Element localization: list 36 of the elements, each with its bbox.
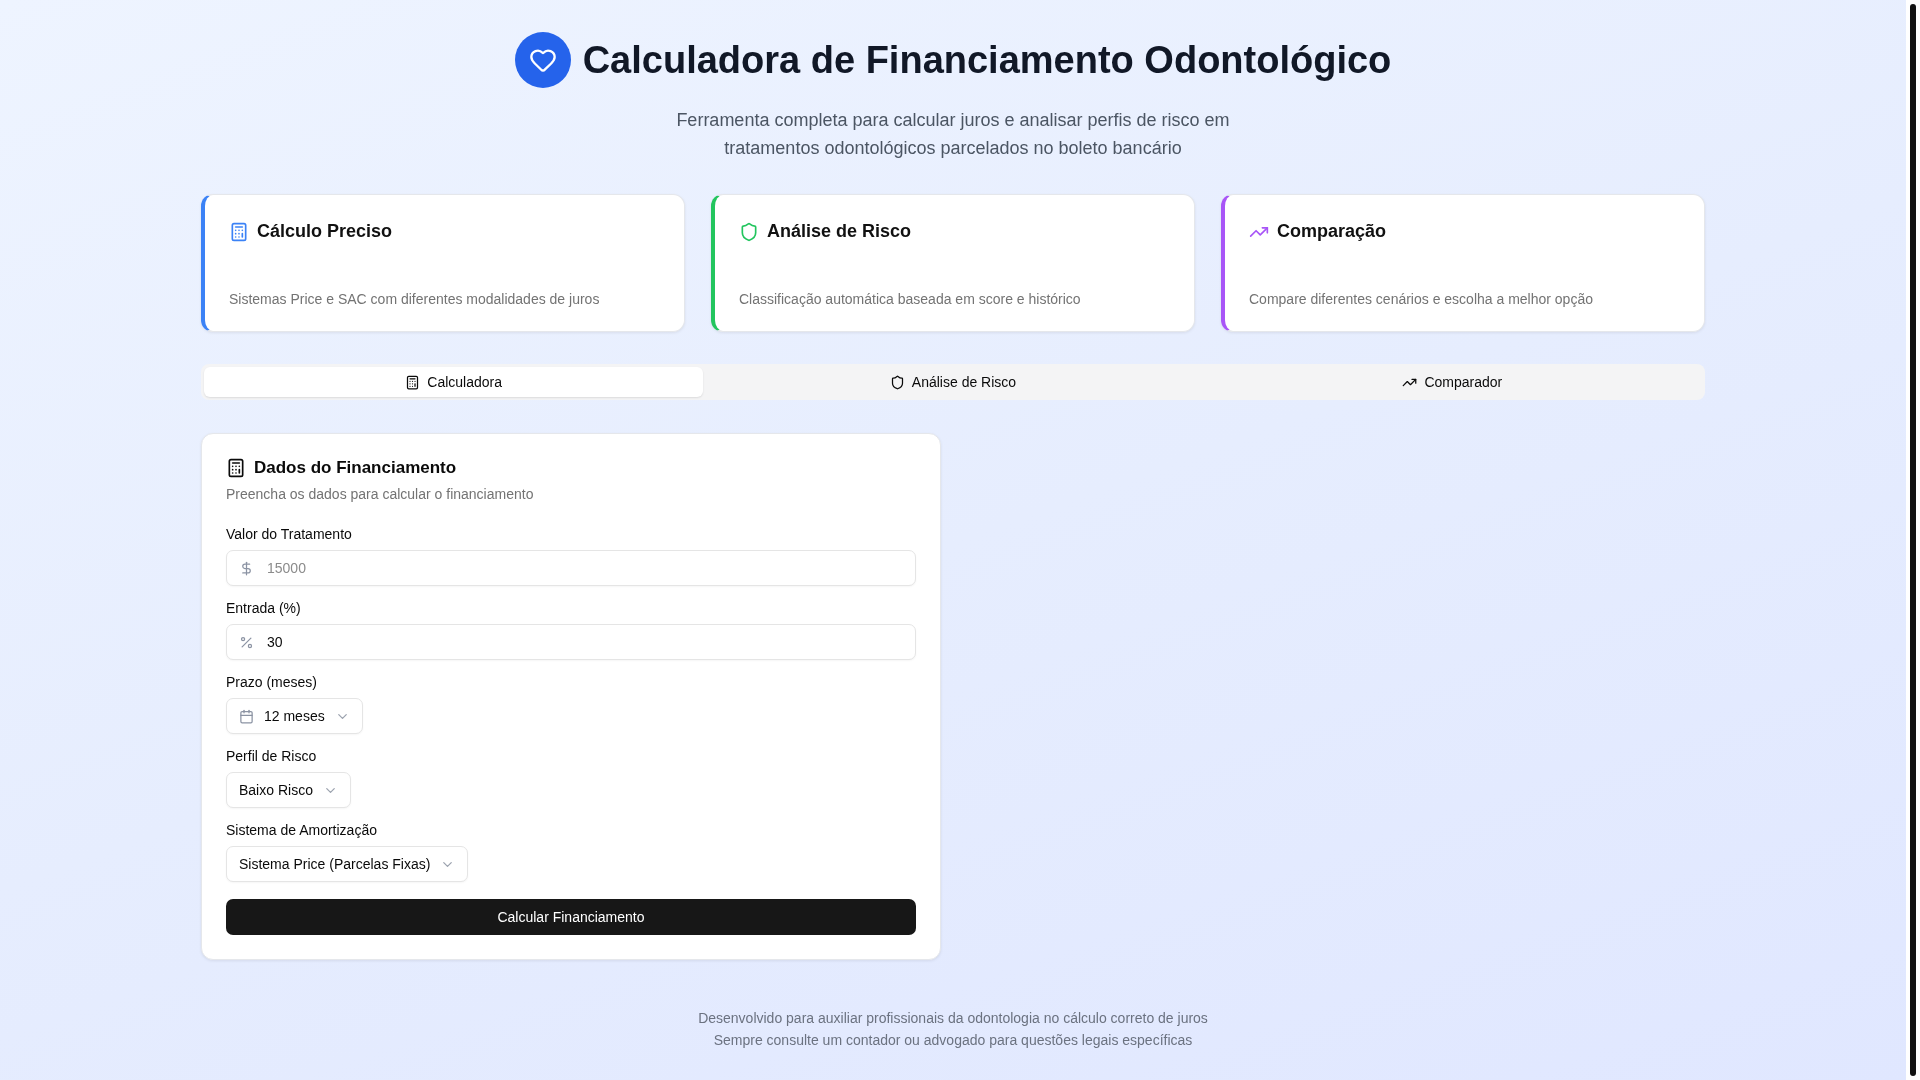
input-field[interactable]: 15000 <box>226 550 916 586</box>
input-field[interactable]: 30 <box>226 624 916 660</box>
calculate-button[interactable]: Calcular Financiamento <box>226 899 916 935</box>
calculator-icon <box>229 221 249 242</box>
scrollbar-thumb[interactable] <box>1910 4 1916 1076</box>
calendar-icon <box>239 708 254 724</box>
feature-description: Sistemas Price e SAC com diferentes modalidades de juros <box>229 291 601 307</box>
tab[interactable]: Análise de Risco <box>703 367 1203 397</box>
scrollbar[interactable] <box>1906 0 1920 1080</box>
tab[interactable]: Calculadora <box>204 367 704 397</box>
select-dropdown[interactable]: 12 meses <box>226 698 363 734</box>
shield-icon <box>889 374 905 390</box>
form-description: Preencha os dados para calcular o financiamento <box>226 486 535 502</box>
calculator-icon <box>226 458 246 478</box>
field-label: Entrada (%) <box>226 600 302 616</box>
feature-title: Análise de Risco <box>767 221 912 242</box>
select-dropdown[interactable]: Sistema Price (Parcelas Fixas) <box>226 846 469 882</box>
shield-icon <box>739 221 759 242</box>
field-label: Valor do Tratamento <box>226 526 353 542</box>
dollar-icon <box>239 561 254 576</box>
page-subtitle: Ferramenta completa para calcular juros e analisar perfis de risco em tratamentos odontológicos parcelados no boleto bancário <box>675 109 1231 160</box>
footer-note: Desenvolvido para auxiliar profissionais da odontologia no cálculo correto de juros <box>698 1010 1208 1026</box>
percent-icon <box>239 635 254 650</box>
feature-description: Compare diferentes cenários e escolha a melhor opção <box>1249 291 1594 307</box>
page-title: Calculadora de Financiamento Odontológico <box>582 38 1392 82</box>
feature-title: Cálculo Preciso <box>257 221 393 242</box>
field-label: Perfil de Risco <box>226 748 318 764</box>
select-dropdown[interactable]: Baixo Risco <box>226 772 351 808</box>
form-title: Dados do Financiamento <box>254 458 457 478</box>
tab[interactable]: Comparador <box>1202 367 1702 397</box>
field-label: Sistema de Amortização <box>226 822 378 838</box>
feature-title: Comparação <box>1277 221 1387 242</box>
feature-description: Classificação automática baseada em score e histórico <box>739 291 1082 307</box>
calculator-icon <box>405 374 421 390</box>
field-label: Prazo (meses) <box>226 674 319 690</box>
footer-note: Sempre consulte um contador ou advogado para questões legais específicas <box>713 1032 1193 1048</box>
